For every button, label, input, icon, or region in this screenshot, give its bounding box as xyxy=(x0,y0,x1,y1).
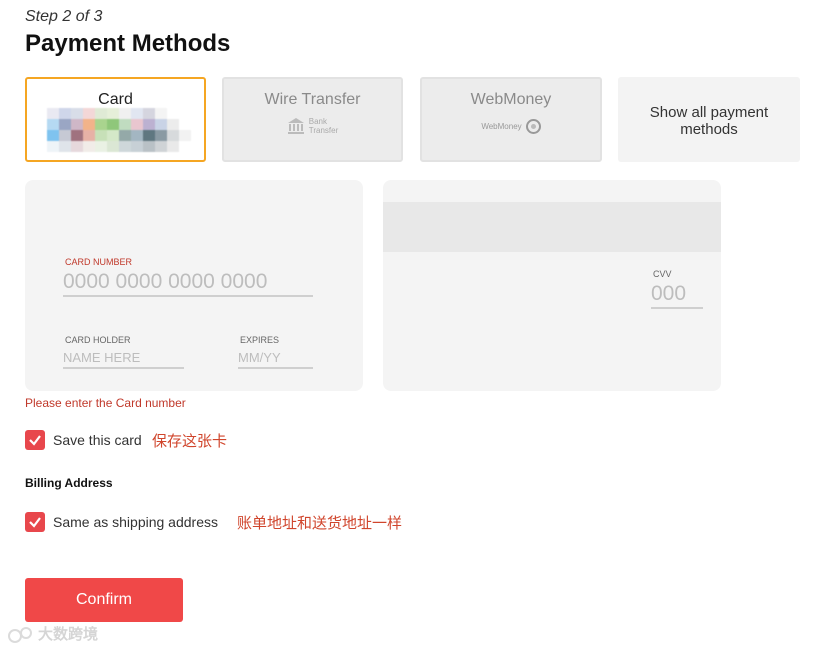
payment-method-wire-label: Wire Transfer xyxy=(264,91,361,108)
card-holder-input[interactable] xyxy=(63,347,184,369)
card-logos-pixelated xyxy=(47,108,203,152)
card-front-form: CARD NUMBER CARD HOLDER EXPIRES xyxy=(25,180,363,391)
step-indicator: Step 2 of 3 xyxy=(25,8,103,25)
card-number-input[interactable] xyxy=(63,269,313,297)
same-as-shipping-checkbox[interactable] xyxy=(25,512,45,532)
watermark: 大数跨境 xyxy=(8,623,98,644)
bank-transfer-logo: Bank Transfer xyxy=(224,117,401,135)
billing-address-heading: Billing Address xyxy=(25,476,113,490)
cvv-label: CVV xyxy=(653,269,672,279)
globe-icon xyxy=(525,119,541,134)
confirm-button[interactable]: Confirm xyxy=(25,578,183,622)
webmoney-logo-text: WebMoney xyxy=(481,122,522,131)
page-title: Payment Methods xyxy=(25,30,231,57)
expires-input[interactable] xyxy=(238,347,313,369)
card-holder-label: CARD HOLDER xyxy=(65,335,131,345)
payment-method-webmoney[interactable]: WebMoney WebMoney xyxy=(420,77,602,162)
expires-label: EXPIRES xyxy=(240,335,280,345)
save-card-label: Save this card xyxy=(53,432,142,448)
magnetic-stripe xyxy=(383,202,721,252)
watermark-text: 大数跨境 xyxy=(38,625,99,643)
watermark-logo-icon xyxy=(8,626,34,643)
payment-method-card-label: Card xyxy=(98,91,133,108)
save-card-annotation: 保存这张卡 xyxy=(152,432,228,450)
card-number-error: Please enter the Card number xyxy=(25,396,186,410)
bank-icon xyxy=(287,118,304,134)
payment-method-wire-transfer[interactable]: Wire Transfer Bank Transfer xyxy=(222,77,403,162)
card-number-label: CARD NUMBER xyxy=(65,257,133,267)
show-all-label: Show all payment methods xyxy=(649,104,769,138)
payment-method-card[interactable]: Card xyxy=(25,77,206,162)
same-as-shipping-label: Same as shipping address xyxy=(53,514,218,530)
save-card-checkbox[interactable] xyxy=(25,430,45,450)
payment-method-webmoney-label: WebMoney xyxy=(470,91,552,108)
cvv-input[interactable] xyxy=(651,281,703,309)
checkmark-icon xyxy=(29,517,41,528)
checkmark-icon xyxy=(29,435,41,446)
webmoney-logo: WebMoney xyxy=(422,119,600,134)
card-back-form: CVV xyxy=(383,180,721,391)
bank-transfer-text: Bank Transfer xyxy=(308,117,339,135)
same-as-shipping-annotation: 账单地址和送货地址一样 xyxy=(237,514,403,532)
show-all-payment-methods-button[interactable]: Show all payment methods xyxy=(618,77,800,162)
